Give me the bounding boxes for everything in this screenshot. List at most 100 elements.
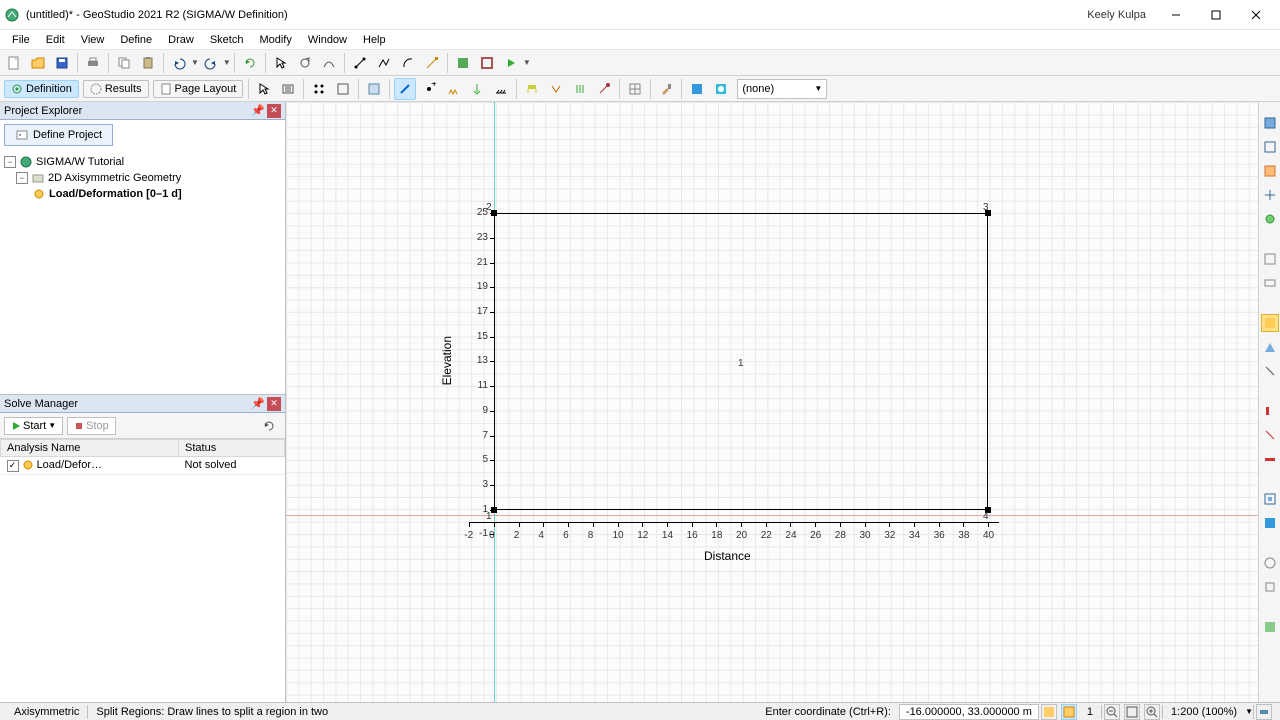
menu-view[interactable]: View <box>73 32 113 48</box>
arc-tool-icon[interactable] <box>397 52 419 74</box>
menu-window[interactable]: Window <box>300 32 355 48</box>
rt-icon-9[interactable] <box>1261 362 1279 380</box>
solve-row[interactable]: ✓ Load/Defor… Not solved <box>1 457 285 475</box>
snap-grid-icon[interactable] <box>1041 704 1057 720</box>
zoom-out-icon[interactable] <box>1104 704 1120 720</box>
load2-icon[interactable] <box>545 78 567 100</box>
refresh-icon[interactable] <box>239 52 261 74</box>
rt-icon-12[interactable] <box>1261 450 1279 468</box>
new-file-icon[interactable] <box>3 52 25 74</box>
solve-start-button[interactable]: Start ▼ <box>4 417 63 435</box>
curve-icon[interactable] <box>318 52 340 74</box>
collapse-icon[interactable]: − <box>4 156 16 168</box>
save-icon[interactable] <box>51 52 73 74</box>
define-project-button[interactable]: Define Project <box>4 124 113 146</box>
materials-icon[interactable] <box>452 52 474 74</box>
close-panel-icon[interactable]: ✕ <box>267 397 281 411</box>
paste-icon[interactable] <box>137 52 159 74</box>
tab-definition[interactable]: Definition <box>4 80 79 98</box>
edit-line-icon[interactable] <box>421 52 443 74</box>
points-icon[interactable] <box>308 78 330 100</box>
rt-icon-11[interactable] <box>1261 426 1279 444</box>
zoom-fit-icon[interactable] <box>1124 704 1140 720</box>
boundary-icon[interactable] <box>476 52 498 74</box>
y-axis-label: Elevation <box>440 336 454 385</box>
minimize-button[interactable] <box>1156 0 1196 30</box>
rt-icon-7[interactable] <box>1261 274 1279 292</box>
tab-results[interactable]: Results <box>83 80 149 98</box>
rt-icon-3[interactable] <box>1261 162 1279 180</box>
rotate-icon[interactable] <box>294 52 316 74</box>
solve-refresh-icon[interactable] <box>258 415 280 437</box>
load4-icon[interactable] <box>593 78 615 100</box>
rt-icon-10[interactable] <box>1261 402 1279 420</box>
maximize-button[interactable] <box>1196 0 1236 30</box>
undo-icon[interactable] <box>168 52 190 74</box>
bc-force-icon[interactable] <box>466 78 488 100</box>
menu-help[interactable]: Help <box>355 32 394 48</box>
units-icon[interactable] <box>1256 704 1272 720</box>
tab-pagelayout[interactable]: Page Layout <box>153 80 244 98</box>
region-draw-icon[interactable] <box>363 78 385 100</box>
close-panel-icon[interactable]: ✕ <box>267 104 281 118</box>
mesh-icon[interactable] <box>624 78 646 100</box>
open-file-icon[interactable] <box>27 52 49 74</box>
rt-icon-6[interactable] <box>1261 250 1279 268</box>
pin-icon[interactable]: 📌 <box>251 397 265 411</box>
drawing-canvas[interactable]: 1 2 3 4 1 -20246810121416182022242628303… <box>286 102 1258 702</box>
line-tool-icon[interactable] <box>349 52 371 74</box>
menu-draw[interactable]: Draw <box>160 32 202 48</box>
snap-object-icon[interactable] <box>1061 704 1077 720</box>
menu-file[interactable]: File <box>4 32 38 48</box>
brush-icon[interactable] <box>655 78 677 100</box>
render2-icon[interactable] <box>710 78 732 100</box>
load-icon[interactable] <box>521 78 543 100</box>
print-icon[interactable] <box>82 52 104 74</box>
tree-geometry[interactable]: − 2D Axisymmetric Geometry <box>4 170 281 186</box>
bc-spring-icon[interactable] <box>442 78 464 100</box>
rt-icon-8[interactable] <box>1261 338 1279 356</box>
collapse-icon[interactable]: − <box>16 172 28 184</box>
copy-icon[interactable] <box>113 52 135 74</box>
status-zoom[interactable]: 1:200 (100%) <box>1163 706 1245 718</box>
split-region-icon[interactable] <box>394 78 416 100</box>
rt-icon-17[interactable] <box>1261 618 1279 636</box>
tree-root[interactable]: − SIGMA/W Tutorial <box>4 154 281 170</box>
zoom-in-icon[interactable] <box>1144 704 1160 720</box>
rt-icon-materials[interactable] <box>1261 314 1279 332</box>
polyline-tool-icon[interactable] <box>373 52 395 74</box>
rt-icon-15[interactable] <box>1261 554 1279 572</box>
window-title: (untitled)* - GeoStudio 2021 R2 (SIGMA/W… <box>26 9 1087 21</box>
view-dropdown[interactable]: (none) ▼ <box>737 79 827 99</box>
render-icon[interactable] <box>686 78 708 100</box>
close-button[interactable] <box>1236 0 1276 30</box>
solve-stop-button[interactable]: Stop <box>67 417 116 435</box>
menu-modify[interactable]: Modify <box>251 32 299 48</box>
solve-icon[interactable] <box>500 52 522 74</box>
pin-icon[interactable]: 📌 <box>251 104 265 118</box>
menu-sketch[interactable]: Sketch <box>202 32 252 48</box>
redo-icon[interactable] <box>200 52 222 74</box>
add-point-icon[interactable]: + <box>418 78 440 100</box>
menu-edit[interactable]: Edit <box>38 32 73 48</box>
rt-icon-4[interactable] <box>1261 186 1279 204</box>
menu-define[interactable]: Define <box>112 32 160 48</box>
checkbox-icon[interactable]: ✓ <box>7 460 19 472</box>
tree-analysis[interactable]: Load/Deformation [0–1 d] <box>4 186 281 202</box>
select-icon[interactable] <box>253 78 275 100</box>
load3-icon[interactable] <box>569 78 591 100</box>
bc-fixed-icon[interactable] <box>490 78 512 100</box>
pointer-icon[interactable] <box>270 52 292 74</box>
solve-col-status[interactable]: Status <box>179 440 285 457</box>
rt-icon-2[interactable] <box>1261 138 1279 156</box>
lines-icon[interactable] <box>332 78 354 100</box>
rt-icon-16[interactable] <box>1261 578 1279 596</box>
rt-icon-5[interactable] <box>1261 210 1279 228</box>
status-coord-input[interactable]: -16.000000, 33.000000 m <box>899 704 1039 720</box>
pan-icon[interactable] <box>277 78 299 100</box>
rt-icon-13[interactable] <box>1261 490 1279 508</box>
rt-icon-14[interactable] <box>1261 514 1279 532</box>
rt-icon-1[interactable] <box>1261 114 1279 132</box>
solve-col-name[interactable]: Analysis Name <box>1 440 179 457</box>
status-hint: Split Regions: Draw lines to split a reg… <box>88 706 336 718</box>
